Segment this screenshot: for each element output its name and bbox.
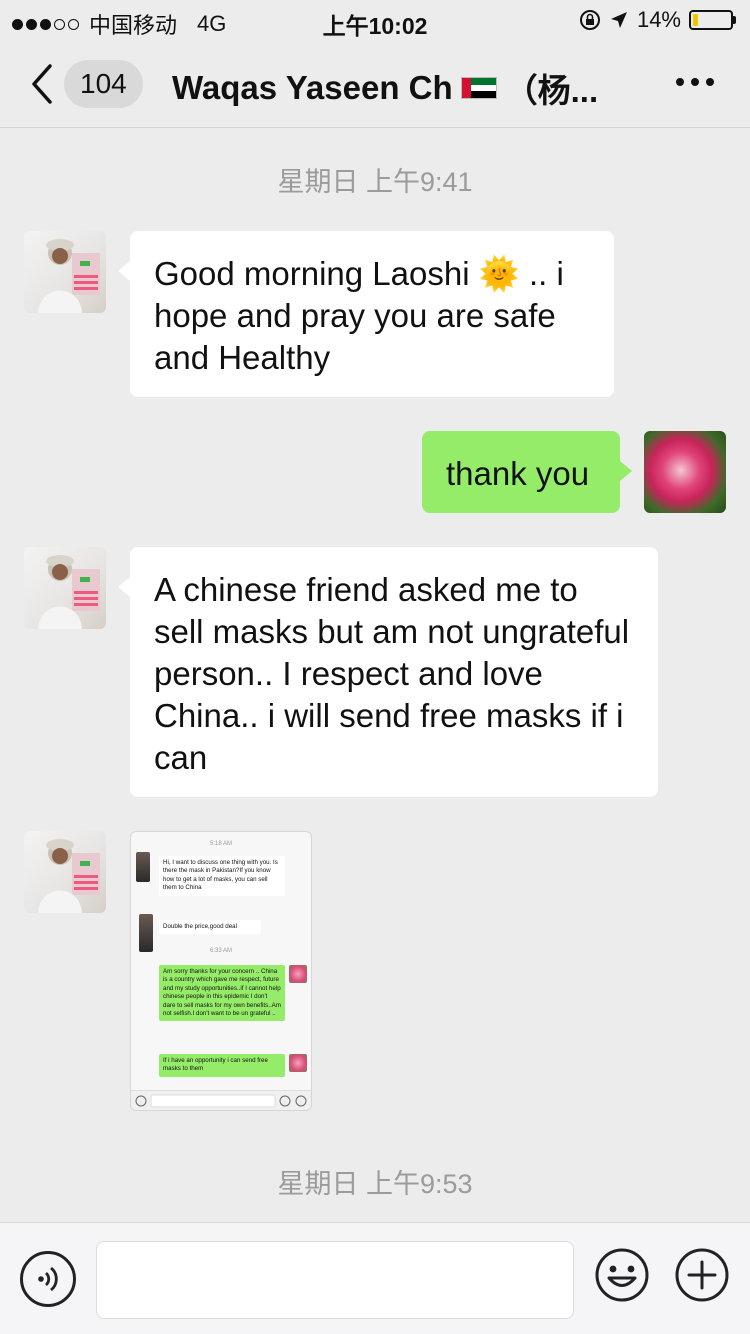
rotation-lock-icon — [579, 10, 600, 30]
thumb-my-avatar — [289, 1054, 307, 1072]
battery-icon — [689, 10, 736, 30]
thumb-incoming-bubble: Double the price,good deal — [159, 920, 261, 935]
emoji-icon[interactable] — [594, 1247, 650, 1303]
message-input[interactable] — [96, 1241, 574, 1319]
contact-avatar[interactable] — [24, 547, 106, 629]
thumb-avatar — [139, 914, 153, 952]
status-bar: 中国移动 4G 上午10:02 14% — [0, 0, 750, 40]
thumb-timestamp: 6:33 AM — [209, 948, 232, 954]
message-timestamp: 星期日 上午9:53 — [277, 1169, 473, 1199]
nav-bar: 104 Waqas Yaseen Ch （杨... — [0, 40, 750, 128]
input-bar — [0, 1222, 750, 1334]
incoming-message-bubble[interactable]: Good morning Laoshi 🌞 .. i hope and pray… — [118, 231, 614, 397]
more-dots-icon[interactable] — [676, 78, 714, 86]
thumb-input-bar — [131, 1090, 311, 1110]
thumb-outgoing-bubble: If i have an opportunity i can send free… — [159, 1054, 285, 1077]
voice-icon[interactable] — [20, 1251, 76, 1307]
thumb-avatar — [136, 852, 150, 882]
chat-title-name: Waqas Yaseen Ch — [172, 69, 453, 106]
thumb-my-avatar — [289, 965, 307, 983]
chat-title[interactable]: Waqas Yaseen Ch （杨... — [172, 64, 612, 112]
chat-title-suffix: （杨... — [504, 72, 599, 109]
back-chevron-icon[interactable] — [28, 62, 58, 106]
location-arrow-icon — [610, 12, 627, 28]
thumb-outgoing-bubble: Am sorry thanks for your concern .. Chin… — [159, 965, 285, 1022]
status-right: 14% — [579, 7, 736, 33]
contact-avatar[interactable] — [24, 231, 106, 313]
plus-icon[interactable] — [674, 1247, 730, 1303]
thumb-timestamp: 5:18 AM — [209, 841, 232, 847]
my-avatar[interactable] — [644, 431, 726, 513]
battery-percent: 14% — [636, 7, 681, 32]
contact-avatar[interactable] — [24, 831, 106, 913]
incoming-message-bubble[interactable]: A chinese friend asked me to sell masks … — [118, 547, 658, 797]
uae-flag-icon — [460, 77, 497, 99]
image-message[interactable]: 5:18 AM Hi, I want to discuss one thing … — [130, 831, 312, 1111]
thumb-incoming-bubble: Hi, I want to discuss one thing with you… — [159, 856, 285, 896]
message-timestamp: 星期日 上午9:41 — [277, 167, 473, 197]
outgoing-message-bubble[interactable]: thank you — [422, 431, 632, 513]
unread-count-badge[interactable]: 104 — [64, 60, 143, 108]
